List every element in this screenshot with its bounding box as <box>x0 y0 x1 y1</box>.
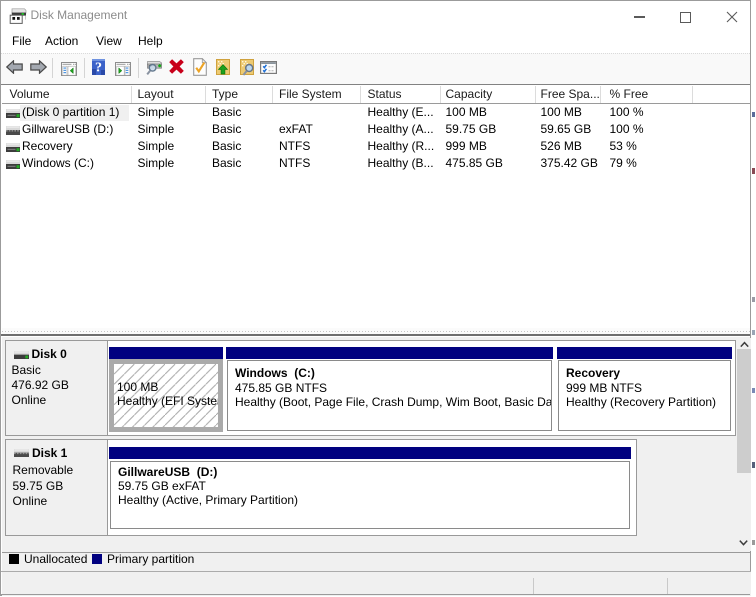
svg-text:?: ? <box>95 61 102 76</box>
